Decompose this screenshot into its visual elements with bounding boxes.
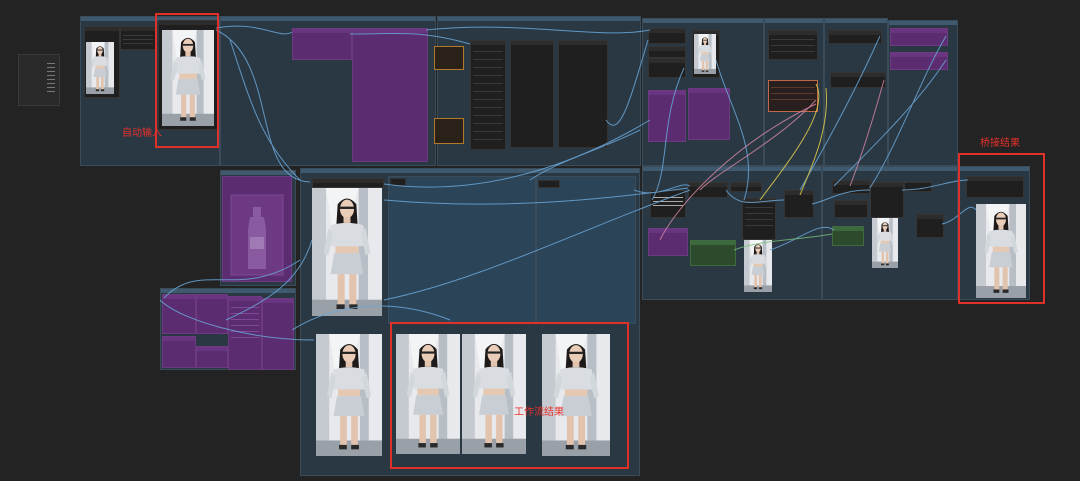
bridge-result-highlight <box>958 153 1045 304</box>
bridge-result-label: 桥接结果 <box>980 138 1020 149</box>
auto-input-label: 自动输入 <box>122 128 162 139</box>
auto-input-highlight <box>155 13 219 148</box>
workflow-result-label: 工作流结果 <box>514 407 564 418</box>
workflow-result-highlight <box>390 322 629 469</box>
